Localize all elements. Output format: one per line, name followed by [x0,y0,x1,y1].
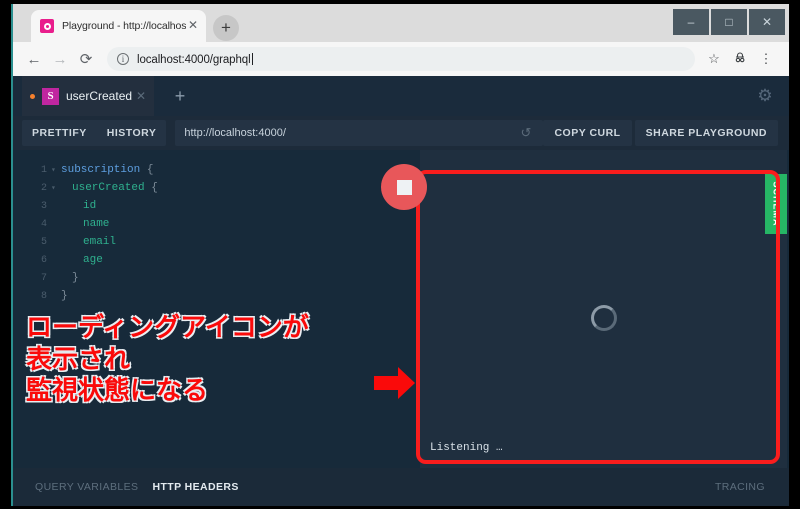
back-icon[interactable]: ← [21,51,47,68]
url-text: localhost:4000/graphql [137,52,253,66]
line-number: 3 [40,200,47,212]
code-token: } [61,290,68,302]
profile-icon[interactable] [727,51,753,68]
tab-query-variables[interactable]: QUERY VARIABLES [35,481,138,493]
tab-http-headers[interactable]: HTTP HEADERS [152,481,238,493]
code-text: subscription { [61,164,153,176]
code-line[interactable]: 8} [13,287,401,305]
share-playground-button[interactable]: SHARE PLAYGROUND [634,120,778,146]
url-value: localhost:4000/graphql [137,53,251,66]
screenshot-root: Playground - http://localhost:400 ✕ + – … [0,0,800,509]
line-number: 7 [40,272,47,284]
history-button[interactable]: HISTORY [97,127,167,139]
endpoint-reload-icon[interactable]: ↺ [521,125,532,141]
toolbar-right-group: COPY CURL SHARE PLAYGROUND [543,120,778,146]
tab-tracing[interactable]: TRACING [715,481,765,493]
code-text: name [61,218,109,230]
browser-tab[interactable]: Playground - http://localhost:400 ✕ [31,10,206,42]
line-number: 4 [40,218,47,230]
code-line[interactable]: 7} [13,269,401,287]
copy-curl-button[interactable]: COPY CURL [543,120,632,146]
playground-tab-bar: S userCreated ✕ + ⚙ [11,76,789,116]
code-token: age [83,254,103,266]
code-token: id [83,200,97,212]
playground-toolbar: PRETTIFY HISTORY http://localhost:4000/ … [11,116,789,150]
prettify-button[interactable]: PRETTIFY [22,127,97,139]
schema-tab-label: SCHEMA [771,181,782,227]
playground-bottom-bar: QUERY VARIABLES HTTP HEADERS TRACING [11,468,789,506]
line-number: 8 [40,290,47,302]
code-line[interactable]: 3 id [13,197,401,215]
code-line[interactable]: 4 name [13,215,401,233]
minimize-icon[interactable]: – [673,9,709,35]
playground-tab-label: userCreated [66,89,133,103]
endpoint-url-value: http://localhost:4000/ [184,127,286,139]
window-close-icon[interactable]: ✕ [749,9,785,35]
text-caret [251,52,253,65]
right-arrow-icon [374,367,416,404]
browser-title-bar: Playground - http://localhost:400 ✕ + – … [11,4,789,42]
code-token: { [144,182,158,194]
stop-subscription-button[interactable] [381,164,427,210]
line-number: 6 [40,254,47,266]
code-text: id [61,200,96,212]
result-panel: SCHEMA Listening … [420,150,787,468]
loading-spinner-icon [590,305,617,331]
window-left-accent [11,4,13,506]
code-token: subscription [61,164,141,176]
endpoint-input[interactable]: http://localhost:4000/ ↺ [175,120,544,146]
code-line[interactable]: 2 ▾ userCreated { [13,179,401,197]
site-info-icon[interactable]: i [117,53,129,65]
url-input[interactable]: i localhost:4000/graphql [107,47,695,71]
code-token: email [83,236,117,248]
code-text: email [61,236,116,248]
code-text: userCreated { [61,182,158,194]
annotation-text: ローディングアイコンが 表示され 監視状態になる [26,313,309,407]
query-editor[interactable]: 1 ▾ subscription {2 ▾ userCreated {3 id 4 name 5… [13,150,401,468]
code-line[interactable]: 5 email [13,233,401,251]
forward-icon[interactable]: → [47,51,73,68]
schema-tab-button[interactable]: SCHEMA [765,174,787,234]
playground-tab-close-icon[interactable]: ✕ [136,89,146,103]
browser-menu-icon[interactable]: ⋮ [753,51,779,67]
code-text: age [61,254,103,266]
graphql-playground: S userCreated ✕ + ⚙ PRETTIFY HISTORY htt… [11,76,789,506]
new-tab-button[interactable]: + [213,15,239,41]
close-icon[interactable]: ✕ [186,19,200,33]
result-status-text: Listening … [430,442,503,454]
code-text: } [61,272,79,284]
graphql-icon [40,19,54,33]
line-number: 1 [40,164,47,176]
stop-icon [396,179,412,195]
fold-arrow-icon[interactable]: ▾ [51,183,61,193]
playground-tab-usercreated[interactable]: S userCreated ✕ [22,76,154,116]
browser-address-bar: ← → ⟳ i localhost:4000/graphql ☆ ⋮ [11,42,789,76]
bottom-tabs: QUERY VARIABLES HTTP HEADERS [35,481,239,493]
toolbar-left-group: PRETTIFY HISTORY [22,120,167,146]
subscription-badge: S [42,87,59,105]
playground-new-tab-button[interactable]: + [154,76,206,116]
code-token: { [140,164,154,176]
code-token: } [72,272,79,284]
reload-icon[interactable]: ⟳ [73,50,99,68]
code-text: } [61,290,68,302]
code-token: userCreated [72,182,145,194]
unsaved-dot-icon [30,93,35,99]
gear-icon[interactable]: ⚙ [755,86,775,106]
window-controls: – □ ✕ [673,9,785,35]
code-token: name [83,218,110,230]
line-number: 5 [40,236,47,248]
browser-window: Playground - http://localhost:400 ✕ + – … [11,4,789,506]
code-line[interactable]: 1 ▾ subscription { [13,161,401,179]
code-line[interactable]: 6 age [13,251,401,269]
maximize-icon[interactable]: □ [711,9,747,35]
browser-tab-title: Playground - http://localhost:400 [62,20,186,32]
bookmark-star-icon[interactable]: ☆ [701,51,727,67]
line-number: 2 [40,182,47,194]
fold-arrow-icon[interactable]: ▾ [51,165,61,175]
